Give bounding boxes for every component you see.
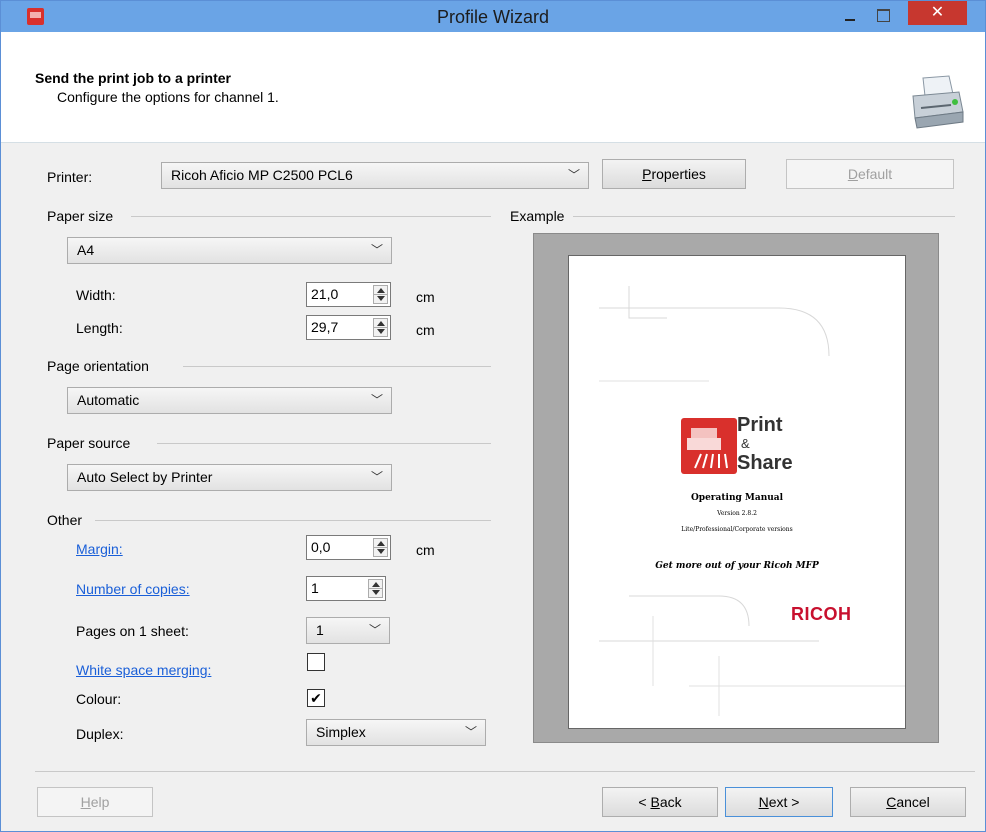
profile-wizard-window: Profile Wizard ✕ Send the print job to a… [0,0,986,832]
chevron-down-icon: ﹀ [368,623,381,637]
other-divider [95,520,491,521]
chevron-down-icon: ﹀ [464,725,477,739]
header-subtitle: Configure the options for channel 1. [57,89,279,105]
logo-share-text: Share [737,452,793,474]
number-of-copies-link[interactable]: Number of copies: [76,581,190,597]
length-unit: cm [416,322,435,338]
paper-size-group-label: Paper size [47,208,114,224]
paper-source-select[interactable]: Auto Select by Printer ﹀ [67,464,392,491]
maximize-button[interactable] [869,5,895,27]
width-unit: cm [416,289,435,305]
example-group-label: Example [510,208,565,224]
ricoh-brand-logo: RICOH [791,604,852,624]
paper-size-divider [131,216,491,217]
duplex-select[interactable]: Simplex ﹀ [306,719,486,746]
next-button[interactable]: Next > [725,787,833,817]
example-page: Print & Share Operating Manual Version 2… [568,255,906,729]
printer-select[interactable]: Ricoh Aficio MP C2500 PCL6 ﹀ [161,162,589,189]
back-button[interactable]: < Back [602,787,718,817]
cancel-button[interactable]: Cancel [850,787,966,817]
paper-source-divider [157,443,491,444]
doc-title: Operating Manual [690,493,784,503]
printer-icon [912,75,964,129]
orientation-select[interactable]: Automatic ﹀ [67,387,392,414]
duplex-label: Duplex: [76,726,124,742]
copies-stepper[interactable]: 1 [306,576,386,601]
chevron-down-icon: ﹀ [370,393,383,407]
logo-amp-text: & [741,436,750,451]
margin-link[interactable]: Margin: [76,541,123,557]
chevron-down-icon: ﹀ [567,168,580,182]
printer-select-value: Ricoh Aficio MP C2500 PCL6 [171,167,353,183]
default-button[interactable]: Default [786,159,954,189]
white-space-merging-checkbox[interactable] [307,653,325,671]
pages-on-sheet-label: Pages on 1 sheet: [76,623,189,639]
doc-tagline: Get more out of your Ricoh MFP [655,561,819,571]
footer-separator [35,771,975,772]
printer-label: Printer: [47,169,93,185]
print-and-share-logo-icon [681,418,737,474]
logo-print-text: Print [737,414,783,436]
other-group-label: Other [47,512,83,528]
white-space-merging-link[interactable]: White space merging: [76,662,211,678]
width-stepper[interactable]: 21,0 [306,282,391,307]
chevron-down-icon: ﹀ [370,470,383,484]
properties-button[interactable]: Properties [602,159,746,189]
orientation-divider [183,366,491,367]
colour-checkbox[interactable]: ✔ [307,689,325,707]
doc-editions: Lite/Professional/Corporate versions [681,526,793,533]
margin-unit: cm [416,542,435,558]
wizard-header: Send the print job to a printer Configur… [1,32,985,143]
width-label: Width: [76,287,116,303]
length-label: Length: [76,320,123,336]
paper-source-group-label: Paper source [47,435,131,451]
colour-label: Colour: [76,691,122,707]
header-title: Send the print job to a printer [35,70,231,86]
page-decoration-lines [599,286,905,716]
title-bar[interactable]: Profile Wizard ✕ [1,1,985,32]
pages-on-sheet-select[interactable]: 1 ﹀ [306,617,390,644]
example-divider [573,216,955,217]
orientation-group-label: Page orientation [47,358,149,374]
chevron-down-icon: ﹀ [370,243,383,257]
close-button[interactable]: ✕ [908,1,967,25]
minimize-button[interactable] [837,5,863,27]
doc-version: Version 2.8.2 [717,510,757,517]
margin-stepper[interactable]: 0,0 [306,535,391,560]
length-stepper[interactable]: 29,7 [306,315,391,340]
paper-size-select[interactable]: A4 ﹀ [67,237,392,264]
help-button[interactable]: Help [37,787,153,817]
